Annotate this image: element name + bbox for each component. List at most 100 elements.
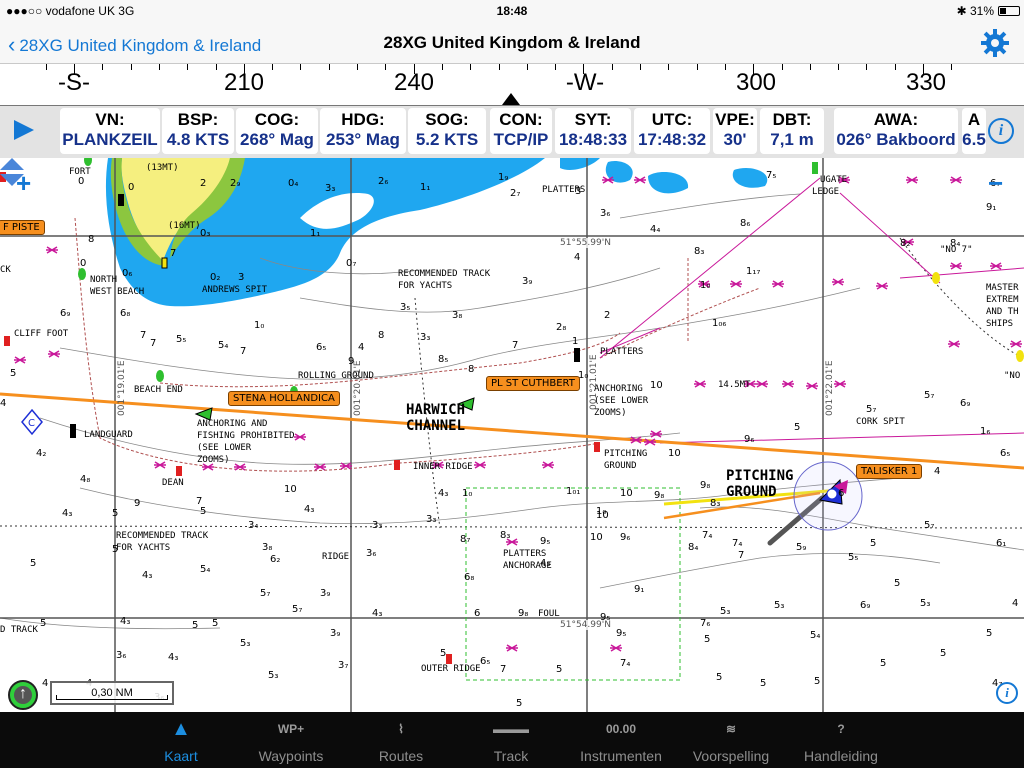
instrument-label: A — [967, 110, 981, 129]
depth-sounding: 4 — [934, 466, 941, 477]
up-down-arrows-icon[interactable] — [0, 158, 24, 186]
depth-sounding: 2 — [200, 178, 207, 189]
instrument-con[interactable]: CON: TCP/IP — [490, 108, 552, 154]
label-harwich-channel: HARWICH CHANNEL — [406, 402, 466, 434]
depth-sounding: 4₃ — [438, 488, 449, 499]
wreck-marker — [950, 176, 962, 184]
depth-sounding: 9₈ — [700, 480, 711, 491]
tab-label: Waypoints — [258, 748, 324, 764]
instrument-syt[interactable]: SYT: 18:48:33 — [555, 108, 631, 154]
depth-sounding: 5₅ — [176, 334, 187, 345]
depth-sounding: 3₆ — [600, 208, 611, 219]
label-recommended-track-2: RECOMMENDED TRACK FOR YACHTS — [116, 531, 209, 553]
depth-sounding: 7 — [738, 550, 745, 561]
wreck-marker — [832, 278, 844, 286]
tab-label: Voorspelling — [692, 748, 770, 764]
depth-sounding: 3₅ — [400, 302, 411, 313]
depth-sounding: 10 — [650, 380, 663, 391]
tab-voorspelling[interactable]: ≋ Voorspelling — [676, 712, 786, 768]
depth-sounding: 1₀ — [462, 488, 473, 499]
depth-sounding: 0 — [128, 182, 135, 193]
compass-strip: -S- 210 240 -W- 300 330 — [0, 64, 1024, 106]
ais-tag-talisker[interactable]: TALISKER 1 — [856, 464, 923, 479]
depth-sounding: 2₈ — [556, 322, 567, 333]
label-pitching-ground-small: PITCHING GROUND — [604, 449, 648, 471]
depth-sounding: 0₃ — [200, 228, 211, 239]
instrument-dbt[interactable]: DBT: 7,1 m — [760, 108, 824, 154]
instrument-value: 30' — [723, 130, 747, 149]
tab-icon: ? — [837, 722, 845, 736]
depth-sounding: 5 — [10, 368, 17, 379]
compass-tick — [385, 64, 387, 70]
longitude-label-3: 001°21.01'E — [589, 354, 599, 410]
instrument-awa[interactable]: AWA: 026° Bakboord — [834, 108, 958, 154]
tab-icon: ▬▬▬ — [493, 722, 529, 736]
instrument-sog[interactable]: SOG: 5.2 KTS — [408, 108, 486, 154]
tab-routes[interactable]: ⌇ Routes — [346, 712, 456, 768]
depth-sounding: 5 — [894, 578, 901, 589]
tab-waypoints[interactable]: WP+ Waypoints — [236, 712, 346, 768]
instrument-a[interactable]: A 6.5 — [962, 108, 986, 154]
tab-instrumenten[interactable]: 00.00 Instrumenten — [566, 712, 676, 768]
tab-icon: 00.00 — [605, 722, 637, 736]
instrument-vpe[interactable]: VPE: 30' — [713, 108, 757, 154]
depth-sounding: 1 — [572, 336, 579, 347]
instrument-bsp[interactable]: BSP: 4.8 KTS — [162, 108, 234, 154]
instrument-cog[interactable]: COG: 268° Mag — [236, 108, 318, 154]
instrument-value: PLANKZEIL — [62, 130, 158, 149]
gear-icon[interactable] — [980, 28, 1010, 58]
instrument-label: HDG: — [341, 110, 385, 129]
longitude-label-1: 001°19.01'E — [117, 360, 127, 416]
depth-sounding: 5₇ — [924, 390, 935, 401]
ais-tag-stena-hollandica[interactable]: STENA HOLLANDICA — [228, 391, 340, 406]
label-anchoring-fishing: ANCHORING AND FISHING PROHIBITED (SEE LO… — [197, 419, 295, 465]
depth-sounding: 1₀₆ — [712, 318, 727, 329]
navigation-bar: ‹ 28XG United Kingdom & Ireland 28XG Unit… — [0, 22, 1024, 64]
instrument-hdg[interactable]: HDG: 253° Mag — [320, 108, 406, 154]
depth-sounding: 8₄ — [688, 542, 699, 553]
chart-info-icon[interactable]: i — [996, 682, 1018, 704]
ais-tag-piste[interactable]: F PISTE — [0, 220, 45, 235]
tab-handleiding[interactable]: ? Handleiding — [786, 712, 896, 768]
tab-label: Routes — [378, 748, 424, 764]
depth-sounding: 5 — [200, 506, 207, 517]
depth-sounding: 8 — [468, 364, 475, 375]
wreck-marker — [542, 461, 554, 469]
nautical-chart[interactable]: C 0 0 2 2₉ 0₄ 3₃ 2₆ 1₁ 1₉ 2₇ 3 3₆ 4₄ 8₃ 8₆ 7₅ 1₁₇ 1₀₆ 1₀ 8 0… — [0, 158, 1024, 712]
depth-sounding: 6₁ — [996, 538, 1007, 549]
tab-icon: ⌇ — [398, 722, 404, 736]
label-inner-ridge: INNER RIDGE — [413, 462, 473, 472]
zoom-out-button[interactable]: − — [988, 168, 1003, 199]
depth-sounding: 3₃ — [325, 183, 336, 194]
depth-sounding: 6 — [838, 488, 845, 499]
tab-icon: WP+ — [277, 722, 305, 736]
compass-tick — [809, 64, 811, 70]
chart-canvas[interactable]: C — [0, 158, 1024, 712]
instrument-vn[interactable]: VN: PLANKZEIL — [60, 108, 160, 154]
ais-tag-pl-st-cuthbert[interactable]: PL ST CUTHBERT — [486, 376, 580, 391]
tab-kaart[interactable]: ▲ Kaart — [126, 712, 236, 768]
depth-sounding: 0₇ — [346, 258, 357, 269]
label-beach-end: BEACH END — [134, 385, 183, 395]
depth-sounding: 5 — [516, 698, 523, 709]
depth-sounding: 0 — [80, 258, 87, 269]
depth-sounding: 4₃ — [62, 508, 73, 519]
compass-tick — [611, 64, 613, 70]
follow-position-button[interactable] — [8, 680, 38, 710]
depth-sounding: 5 — [880, 658, 887, 669]
instrument-bar: VN: PLANKZEIL BSP: 4.8 KTS COG: 268° Mag HDG: 2… — [0, 106, 1024, 158]
water-patch-3 — [732, 167, 768, 188]
compass-tick — [470, 64, 472, 70]
instrument-utc[interactable]: UTC: 17:48:32 — [634, 108, 710, 154]
info-icon[interactable]: i — [988, 118, 1014, 144]
wreck-marker — [772, 280, 784, 288]
tab-track[interactable]: ▬▬▬ Track — [456, 712, 566, 768]
depth-sounding: 3₇ — [338, 660, 349, 671]
depth-sounding: 5₃ — [240, 638, 251, 649]
depth-sounding: 4 — [1012, 598, 1019, 609]
depth-sounding: 9₅ — [540, 536, 551, 547]
label-13mt: (13MT) — [146, 163, 179, 173]
depth-sounding: 8₇ — [460, 534, 471, 545]
play-icon[interactable] — [14, 120, 34, 140]
wreck-marker — [294, 433, 306, 441]
